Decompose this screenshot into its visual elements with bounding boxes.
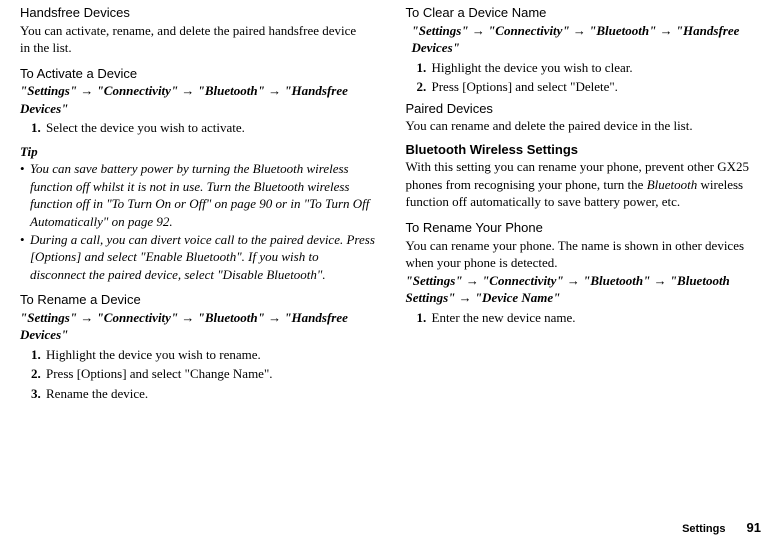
step: Highlight the device you wish to rename. — [44, 346, 376, 364]
step: Enter the new device name. — [430, 309, 762, 327]
steps-clear: Highlight the device you wish to clear. … — [406, 59, 762, 96]
path-activate: "Settings" → "Connectivity" → "Bluetooth… — [20, 82, 376, 117]
rename-phone-intro: You can rename your phone. The name is s… — [406, 237, 762, 272]
path-clear: "Settings" → "Connectivity" → "Bluetooth… — [412, 22, 762, 57]
heading-rename-phone: To Rename Your Phone — [406, 219, 762, 237]
tip-item: You can save battery power by turning th… — [30, 160, 376, 230]
step: Rename the device. — [44, 385, 376, 403]
bt-intro: With this setting you can rename your ph… — [406, 158, 762, 211]
step: Press [Options] and select "Change Name"… — [44, 365, 376, 383]
footer-page-number: 91 — [747, 520, 761, 535]
footer-section: Settings — [682, 523, 725, 535]
tip-list: You can save battery power by turning th… — [20, 160, 376, 283]
steps-rename: Highlight the device you wish to rename.… — [20, 346, 376, 403]
heading-handsfree-devices: Handsfree Devices — [20, 4, 376, 22]
steps-activate: Select the device you wish to activate. — [20, 119, 376, 137]
paired-intro: You can rename and delete the paired dev… — [406, 117, 762, 135]
step: Highlight the device you wish to clear. — [430, 59, 762, 77]
right-column: To Clear a Device Name "Settings" → "Con… — [406, 0, 762, 404]
left-column: Handsfree Devices You can activate, rena… — [20, 0, 376, 404]
heading-bt-settings: Bluetooth Wireless Settings — [406, 141, 762, 159]
step: Select the device you wish to activate. — [44, 119, 376, 137]
heading-clear-device-name: To Clear a Device Name — [406, 4, 762, 22]
steps-rename-phone: Enter the new device name. — [406, 309, 762, 327]
heading-rename-device: To Rename a Device — [20, 291, 376, 309]
heading-paired-devices: Paired Devices — [406, 100, 762, 118]
path-rename: "Settings" → "Connectivity" → "Bluetooth… — [20, 309, 376, 344]
heading-activate-device: To Activate a Device — [20, 65, 376, 83]
page-footer: Settings 91 — [682, 519, 761, 537]
step: Press [Options] and select "Delete". — [430, 78, 762, 96]
path-rename-phone: "Settings" → "Connectivity" → "Bluetooth… — [406, 272, 762, 307]
tip-heading: Tip — [20, 143, 376, 161]
tip-item: During a call, you can divert voice call… — [30, 231, 376, 284]
handsfree-intro: You can activate, rename, and delete the… — [20, 22, 376, 57]
